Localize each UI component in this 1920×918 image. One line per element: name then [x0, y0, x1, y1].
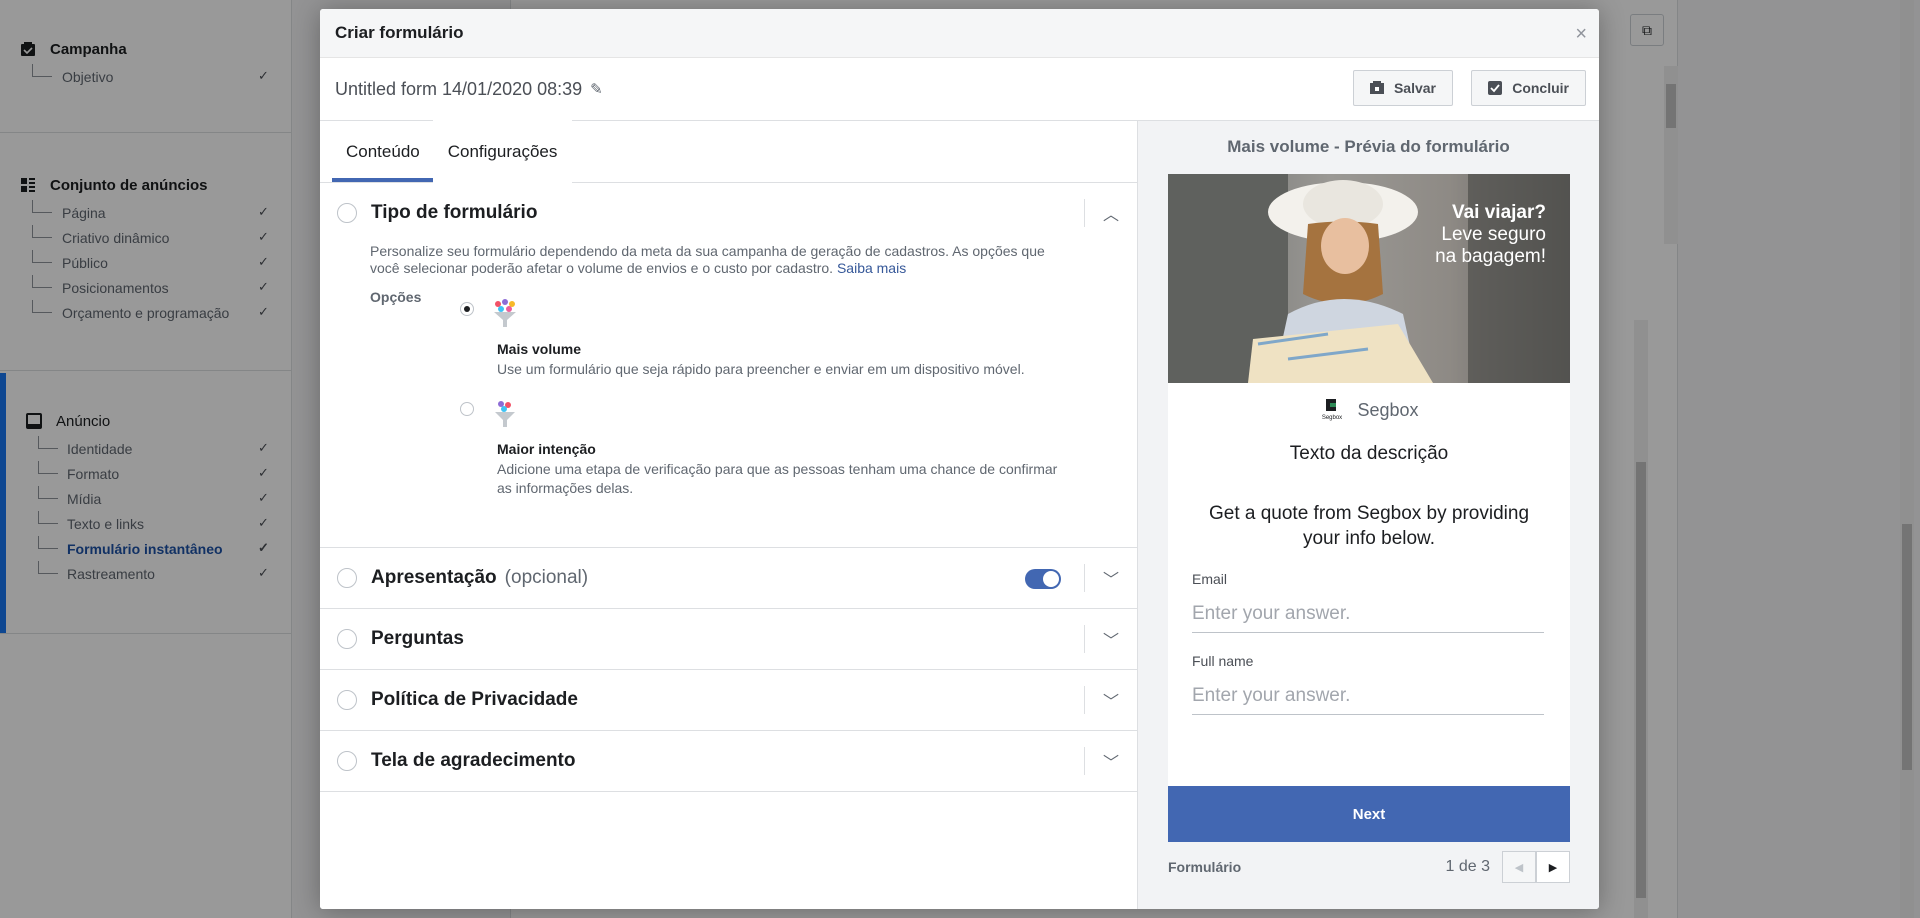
page-indicator: 1 de 3: [1445, 858, 1490, 875]
status-circle-icon: [337, 751, 357, 771]
option-title: Mais volume: [497, 341, 582, 357]
funnel-icon: [494, 299, 516, 327]
chevron-up-icon[interactable]: ︿: [1101, 201, 1121, 224]
field-label: Full name: [1192, 653, 1254, 669]
section-header[interactable]: Tela de agradecimento ﹀: [320, 731, 1137, 791]
chevron-down-icon[interactable]: ﹀: [1101, 627, 1121, 650]
form-editor-pane: Conteúdo Configurações Tipo de formulári…: [320, 121, 1137, 909]
status-circle-icon: [337, 568, 357, 588]
tab-content[interactable]: Conteúdo: [332, 121, 434, 182]
form-preview: Mais volume - Prévia do formulário Vai v…: [1137, 121, 1599, 909]
svg-text:Segbox: Segbox: [1322, 415, 1342, 421]
caption-line: Leve seguro: [1441, 224, 1546, 245]
options-label: Opções: [370, 289, 422, 305]
pencil-icon[interactable]: ✎: [590, 80, 603, 98]
preview-pager: 1 de 3 ◀ ▶: [1446, 851, 1570, 883]
finish-button[interactable]: Concluir: [1471, 70, 1586, 106]
preview-footer-label: Formulário: [1168, 859, 1242, 875]
tab-settings[interactable]: Configurações: [433, 121, 572, 182]
dialog-header: Criar formulário ×: [320, 9, 1599, 58]
section-title: Tela de agradecimento: [371, 750, 576, 771]
chevron-down-icon[interactable]: ﹀: [1101, 688, 1121, 711]
preview-fullname-field: Full name Enter your answer.: [1192, 653, 1544, 715]
description-text: Personalize seu formulário dependendo da…: [370, 243, 1045, 276]
section-header[interactable]: Perguntas ﹀: [320, 609, 1137, 669]
section-thanks: Tela de agradecimento ﹀: [320, 731, 1137, 792]
status-circle-icon: [337, 690, 357, 710]
create-form-dialog: Criar formulário × Untitled form 14/01/2…: [320, 9, 1599, 909]
email-input[interactable]: Enter your answer.: [1192, 599, 1544, 633]
preview-intro-text: Get a quote from Segbox by providing you…: [1208, 503, 1530, 549]
next-page-icon[interactable]: ▶: [1536, 851, 1570, 883]
section-title: Política de Privacidade: [371, 689, 578, 710]
status-circle-icon: [337, 203, 357, 223]
editor-tabs: Conteúdo Configurações: [320, 121, 1137, 183]
section-privacy: Política de Privacidade ﹀: [320, 670, 1137, 731]
brand-row: Segbox Segbox: [1168, 383, 1570, 437]
previous-page-icon[interactable]: ◀: [1502, 851, 1536, 883]
status-circle-icon: [337, 629, 357, 649]
preview-email-field: Email Enter your answer.: [1192, 571, 1544, 633]
form-name-bar: Untitled form 14/01/2020 08:39 ✎ Salvar …: [320, 58, 1599, 121]
chevron-down-icon[interactable]: ﹀: [1101, 566, 1121, 589]
option-text: Adicione uma etapa de verificação para q…: [497, 461, 1058, 496]
radio-selected[interactable]: [460, 302, 474, 316]
section-header[interactable]: Política de Privacidade ﹀: [320, 670, 1137, 730]
option-text: Use um formulário que seja rápido para p…: [497, 361, 1025, 377]
full-name-input[interactable]: Enter your answer.: [1192, 681, 1544, 715]
save-label: Salvar: [1393, 80, 1436, 96]
section-intro: Apresentação (opcional) ﹀: [320, 548, 1137, 609]
section-header[interactable]: Apresentação (opcional) ﹀: [320, 548, 1137, 608]
check-box-icon: [1488, 81, 1503, 95]
section-title: Perguntas: [371, 628, 464, 649]
learn-more-link[interactable]: Saiba mais: [837, 260, 906, 276]
preview-description-title: Texto da descrição: [1289, 443, 1449, 464]
caption-line: Vai viajar?: [1451, 202, 1546, 223]
close-icon[interactable]: ×: [1575, 23, 1587, 46]
option-more-volume[interactable]: Mais volume Use um formulário que seja r…: [444, 291, 1096, 399]
optional-label: (opcional): [504, 567, 589, 588]
radio-unselected[interactable]: [460, 402, 474, 416]
caption-line: na bagagem!: [1435, 246, 1546, 267]
field-label: Email: [1192, 571, 1228, 587]
preview-footer: Formulário 1 de 3 ◀ ▶: [1168, 850, 1570, 884]
preview-image: Vai viajar? Leve seguro na bagagem!: [1168, 174, 1570, 383]
form-name[interactable]: Untitled form 14/01/2020 08:39: [335, 79, 582, 100]
section-form-type: Tipo de formulário ︿ Personalize seu for…: [320, 183, 1137, 548]
preview-card: Vai viajar? Leve seguro na bagagem! Segb…: [1168, 174, 1570, 842]
brand-name: Segbox: [1357, 399, 1419, 420]
intro-toggle[interactable]: [1025, 569, 1061, 589]
dialog-title: Criar formulário: [335, 23, 464, 42]
section-header[interactable]: Tipo de formulário ︿: [320, 183, 1137, 243]
section-title: Tipo de formulário: [371, 202, 538, 223]
section-description: Personalize seu formulário dependendo da…: [320, 243, 1137, 277]
preview-image-caption: Vai viajar? Leve seguro na bagagem!: [1435, 202, 1546, 268]
next-button[interactable]: Next: [1168, 786, 1570, 842]
preview-title: Mais volume - Prévia do formulário: [1227, 137, 1510, 156]
option-higher-intent[interactable]: Maior intenção Adicione uma etapa de ver…: [444, 391, 1096, 501]
funnel-icon: [495, 401, 515, 427]
save-button[interactable]: Salvar: [1352, 70, 1453, 106]
section-title: Apresentação: [371, 567, 497, 588]
segbox-logo: Segbox: [1322, 399, 1343, 421]
form-type-options: Opções Mais volume Use um formulário que…: [320, 277, 1137, 547]
chevron-down-icon[interactable]: ﹀: [1101, 749, 1121, 772]
option-title: Maior intenção: [497, 441, 596, 457]
section-questions: Perguntas ﹀: [320, 609, 1137, 670]
finish-label: Concluir: [1512, 80, 1569, 96]
save-icon: [1369, 81, 1384, 94]
